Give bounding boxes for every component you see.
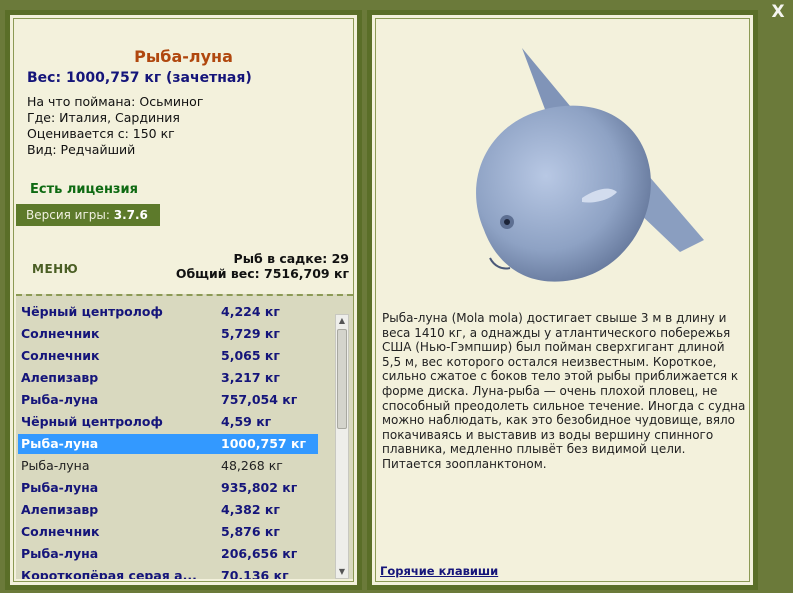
scroll-down-icon[interactable]: ▼ (336, 566, 348, 578)
list-item-name: Рыба-луна (21, 480, 99, 495)
list-item[interactable]: Чёрный центролоф 4,224 кг (18, 302, 318, 322)
fish-weight: Вес: 1000,757 кг (зачетная) (27, 70, 252, 86)
list-item-name: Солнечник (21, 524, 100, 539)
list-item[interactable]: Рыба-луна 206,656 кг (18, 544, 318, 564)
scroll-up-icon[interactable]: ▲ (336, 315, 348, 327)
list-item[interactable]: Короткопёрая серая а... 70,136 кг (18, 566, 318, 579)
list-item[interactable]: Алепизавр 3,217 кг (18, 368, 318, 388)
sunfish-image (476, 48, 704, 282)
fish-title: Рыба-луна (134, 47, 233, 66)
catch-stats: Рыб в садке: 29 Общий вес: 7516,709 кг (176, 251, 349, 281)
list-item-name: Рыба-луна (21, 546, 99, 561)
list-item-weight: 48,268 кг (221, 458, 283, 473)
license-status: Есть лицензия (30, 182, 138, 197)
list-item-name: Рыба-луна (21, 458, 90, 473)
list-item[interactable]: Чёрный центролоф 4,59 кг (18, 412, 318, 432)
list-item-name: Чёрный центролоф (21, 414, 163, 429)
list-item-weight: 5,729 кг (221, 326, 280, 341)
caught-on-text: На что поймана: Осьминог (27, 94, 204, 109)
list-item-weight: 935,802 кг (221, 480, 298, 495)
location-text: Где: Италия, Сардиния (27, 110, 180, 125)
list-item-name: Рыба-луна (21, 436, 99, 451)
list-item[interactable]: Солнечник 5,729 кг (18, 324, 318, 344)
list-item-weight: 3,217 кг (221, 370, 280, 385)
fish-detail-panel: Рыба-луна (Mola mola) достигает свыше 3 … (367, 10, 758, 590)
version-value: 3.7.6 (113, 208, 148, 222)
version-bar: Версия игры: 3.7.6 (16, 204, 160, 226)
list-item-name: Солнечник (21, 348, 100, 363)
fish-pupil (504, 219, 510, 225)
list-item-weight: 757,054 кг (221, 392, 298, 407)
list-item-weight: 4,224 кг (221, 304, 280, 319)
total-weight: Общий вес: 7516,709 кг (175, 266, 349, 281)
hotkeys-link[interactable]: Горячие клавиши (380, 564, 498, 578)
version-label: Версия игры: (26, 208, 110, 222)
menu-button[interactable]: МЕНЮ (32, 262, 78, 276)
fish-info-panel: Рыба-луна Вес: 1000,757 кг (зачетная) На… (5, 10, 362, 590)
kind-text: Вид: Редчайший (27, 142, 136, 157)
list-scrollbar[interactable]: ▲ ▼ (335, 314, 349, 579)
list-item-name: Алепизавр (21, 502, 99, 517)
list-item[interactable]: Солнечник 5,065 кг (18, 346, 318, 366)
fish-description: Рыба-луна (Mola mola) достигает свыше 3 … (382, 311, 746, 471)
list-item-weight: 4,382 кг (221, 502, 280, 517)
list-item[interactable]: Алепизавр 4,382 кг (18, 500, 318, 520)
list-item-weight: 70,136 кг (221, 568, 289, 579)
list-item[interactable]: Рыба-луна 757,054 кг (18, 390, 318, 410)
list-item-name: Рыба-луна (21, 392, 99, 407)
list-item-name: Солнечник (21, 326, 100, 341)
list-item-selected[interactable]: Рыба-луна 1000,757 кг (18, 434, 318, 454)
list-item[interactable]: Рыба-луна 48,268 кг (18, 456, 318, 476)
list-item-name: Чёрный центролоф (21, 304, 163, 319)
close-button[interactable]: X (767, 2, 789, 22)
list-item-weight: 206,656 кг (221, 546, 298, 561)
rated-from-text: Оценивается с: 150 кг (27, 126, 175, 141)
fish-body (476, 105, 651, 282)
list-item-weight: 1000,757 кг (221, 436, 306, 451)
list-item-weight: 5,065 кг (221, 348, 280, 363)
fish-in-cage: Рыб в садке: 29 (233, 251, 349, 266)
list-item-name: Алепизавр (21, 370, 99, 385)
catch-list[interactable]: Чёрный центролоф 4,224 кг Солнечник 5,729 к… (16, 294, 353, 579)
list-item[interactable]: Рыба-луна 935,802 кг (18, 478, 318, 498)
list-item[interactable]: Солнечник 5,876 кг (18, 522, 318, 542)
list-item-weight: 5,876 кг (221, 524, 280, 539)
list-item-name: Короткопёрая серая а... (21, 568, 197, 579)
scroll-thumb[interactable] (337, 329, 347, 429)
list-item-weight: 4,59 кг (221, 414, 272, 429)
